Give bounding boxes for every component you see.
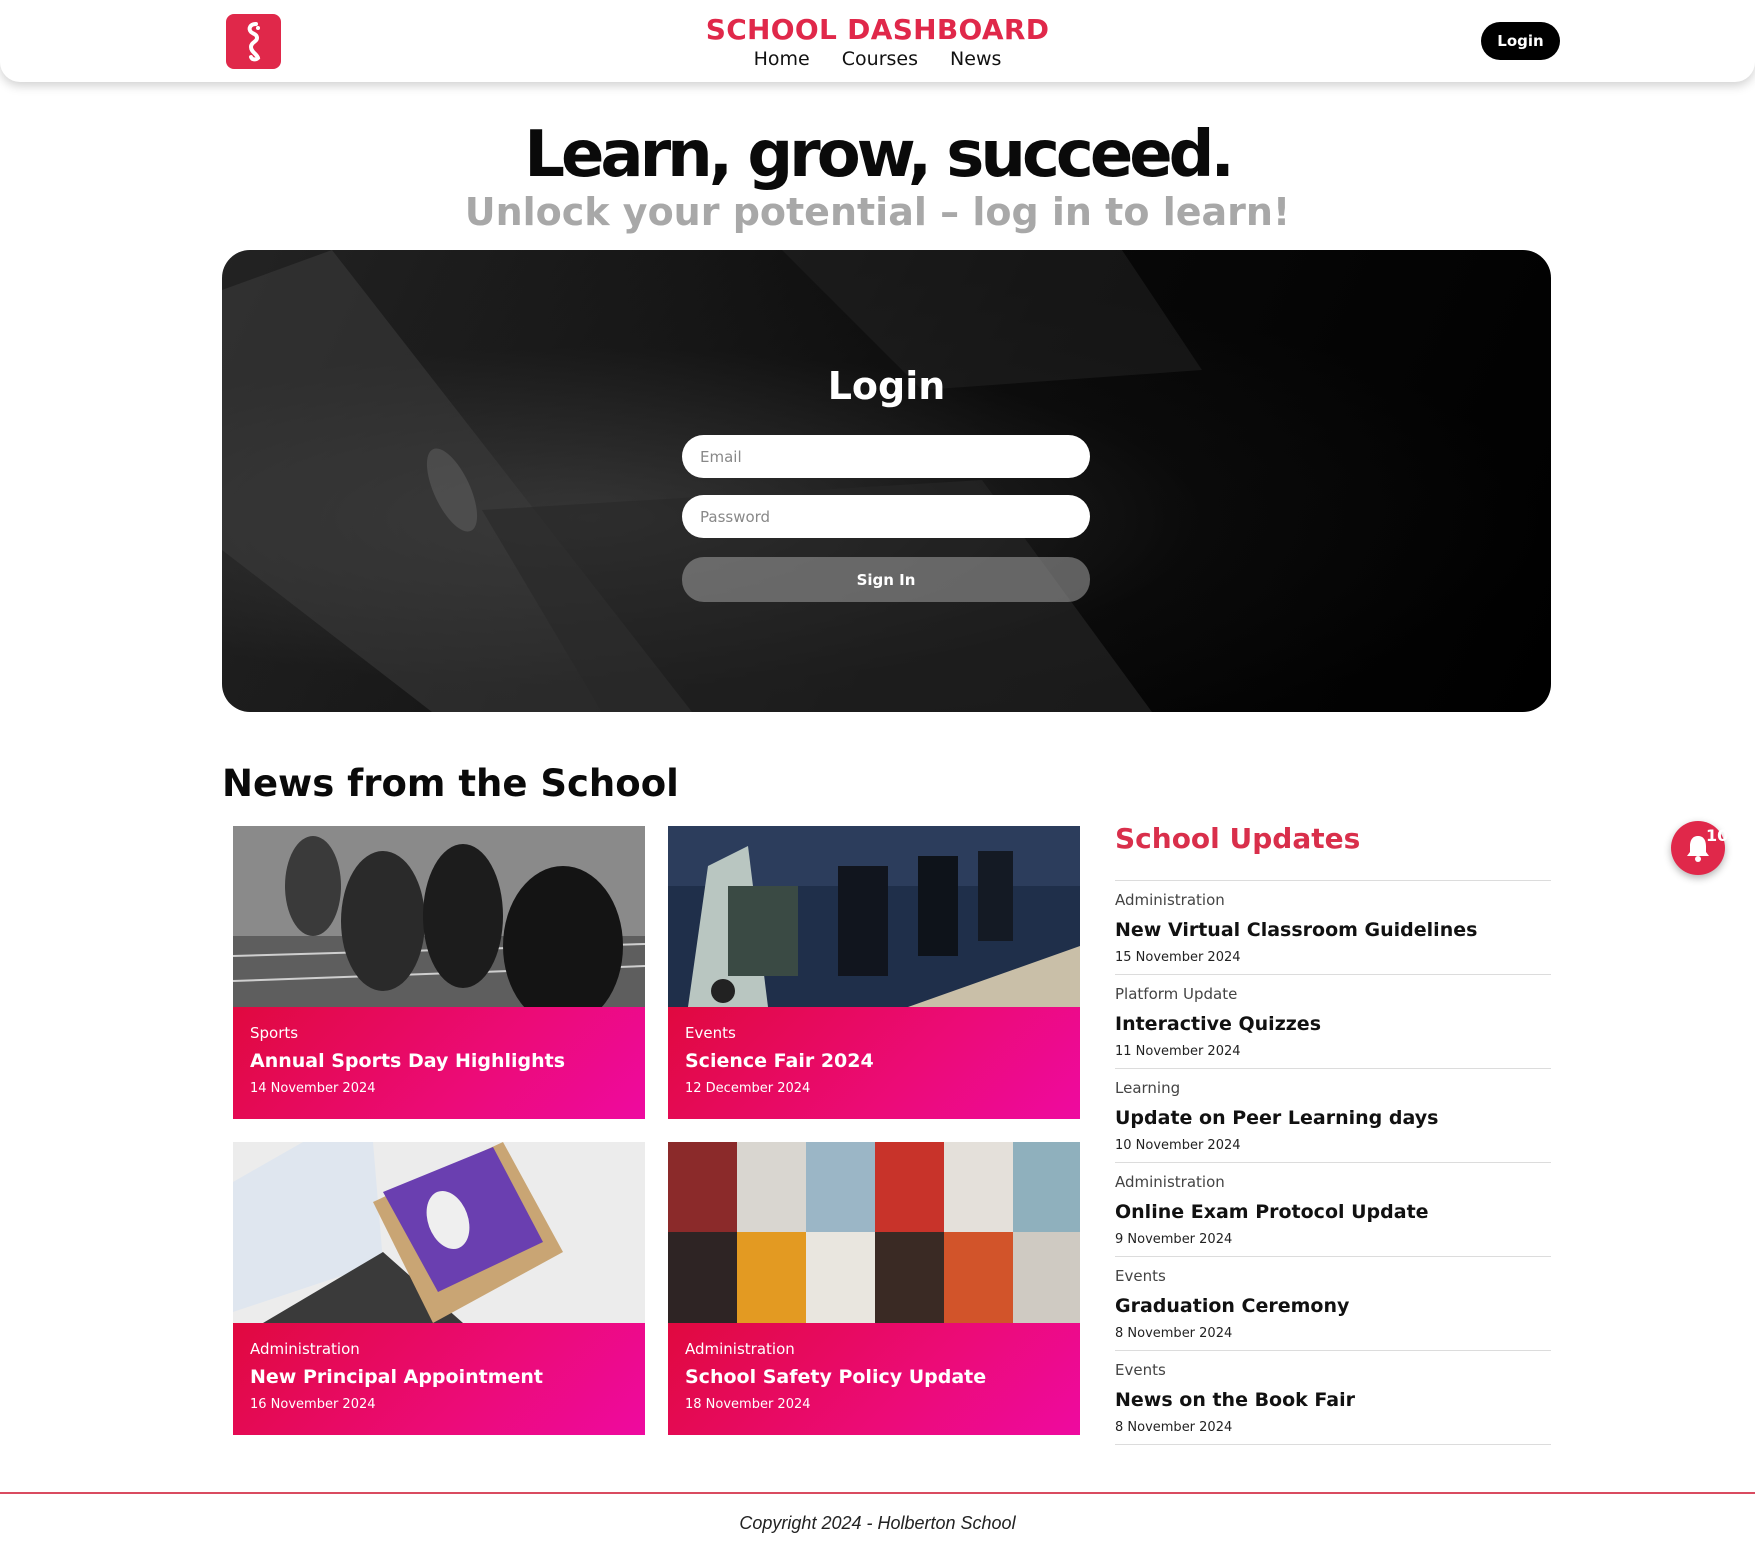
news-card-title[interactable]: Annual Sports Day Highlights <box>250 1050 628 1072</box>
laptop-desk-image <box>233 1142 645 1323</box>
lockers-image <box>668 1142 1080 1323</box>
microscope-image <box>668 826 1080 1007</box>
news-card-category: Administration <box>685 1340 795 1358</box>
update-date: 11 November 2024 <box>1115 1044 1241 1059</box>
news-card[interactable]: Administration New Principal Appointment… <box>233 1142 645 1435</box>
footer-copyright: Copyright 2024 - Holberton School <box>739 1513 1016 1533</box>
update-date: 9 November 2024 <box>1115 1232 1233 1247</box>
news-card-date: 16 November 2024 <box>250 1397 376 1412</box>
list-item[interactable]: Administration Online Exam Protocol Upda… <box>1115 1163 1551 1257</box>
update-category: Learning <box>1115 1079 1181 1097</box>
news-card-caption: Administration New Principal Appointment… <box>233 1323 645 1435</box>
list-item[interactable]: Events Graduation Ceremony 8 November 20… <box>1115 1257 1551 1351</box>
update-date: 8 November 2024 <box>1115 1326 1233 1341</box>
news-card[interactable]: Sports Annual Sports Day Highlights 14 N… <box>233 826 645 1119</box>
update-title[interactable]: News on the Book Fair <box>1115 1389 1551 1411</box>
update-category: Events <box>1115 1267 1166 1285</box>
update-date: 15 November 2024 <box>1115 950 1241 965</box>
update-title[interactable]: Interactive Quizzes <box>1115 1013 1551 1035</box>
news-section-title: News from the School <box>222 762 679 805</box>
footer-divider <box>0 1492 1755 1494</box>
list-item[interactable]: Administration New Virtual Classroom Gui… <box>1115 881 1551 975</box>
email-field[interactable] <box>682 435 1090 478</box>
news-card-date: 18 November 2024 <box>685 1397 811 1412</box>
update-date: 10 November 2024 <box>1115 1138 1241 1153</box>
nav-home[interactable]: Home <box>754 48 810 70</box>
login-heading: Login <box>827 364 946 408</box>
news-card-title[interactable]: School Safety Policy Update <box>685 1366 1063 1388</box>
update-title[interactable]: Online Exam Protocol Update <box>1115 1201 1551 1223</box>
header-login-button[interactable]: Login <box>1481 22 1560 60</box>
sign-in-button[interactable]: Sign In <box>682 557 1090 602</box>
sports-image <box>233 826 645 1007</box>
list-item[interactable]: Learning Update on Peer Learning days 10… <box>1115 1069 1551 1163</box>
news-card[interactable]: Administration School Safety Policy Upda… <box>668 1142 1080 1435</box>
update-title[interactable]: Graduation Ceremony <box>1115 1295 1551 1317</box>
update-title[interactable]: Update on Peer Learning days <box>1115 1107 1551 1129</box>
news-card-caption: Administration School Safety Policy Upda… <box>668 1323 1080 1435</box>
news-card[interactable]: Events Science Fair 2024 12 December 202… <box>668 826 1080 1119</box>
nav-courses[interactable]: Courses <box>842 48 918 70</box>
hero-title: Learn, grow, succeed. <box>524 118 1235 192</box>
news-card-date: 14 November 2024 <box>250 1081 376 1096</box>
updates-list: Administration New Virtual Classroom Gui… <box>1115 880 1551 1445</box>
notification-count-badge: 10 <box>1706 826 1729 845</box>
hero-subtitle: Unlock your potential – log in to learn! <box>464 190 1291 234</box>
nav-news[interactable]: News <box>950 48 1001 70</box>
top-header: SCHOOL DASHBOARD Home Courses News Login <box>0 0 1755 82</box>
news-card-caption: Sports Annual Sports Day Highlights 14 N… <box>233 1007 645 1119</box>
list-item[interactable]: Platform Update Interactive Quizzes 11 N… <box>1115 975 1551 1069</box>
update-category: Administration <box>1115 1173 1225 1191</box>
update-category: Events <box>1115 1361 1166 1379</box>
update-category: Platform Update <box>1115 985 1238 1003</box>
update-date: 8 November 2024 <box>1115 1420 1233 1435</box>
news-card-title[interactable]: Science Fair 2024 <box>685 1050 1063 1072</box>
news-card-date: 12 December 2024 <box>685 1081 811 1096</box>
news-card-category: Events <box>685 1024 736 1042</box>
update-category: Administration <box>1115 891 1225 909</box>
news-card-title[interactable]: New Principal Appointment <box>250 1366 628 1388</box>
update-title[interactable]: New Virtual Classroom Guidelines <box>1115 919 1551 941</box>
list-item[interactable]: Events News on the Book Fair 8 November … <box>1115 1351 1551 1445</box>
news-card-category: Sports <box>250 1024 299 1042</box>
news-card-caption: Events Science Fair 2024 12 December 202… <box>668 1007 1080 1119</box>
login-panel: Login Sign In <box>222 250 1551 712</box>
laptop-background-image <box>222 250 1202 712</box>
updates-title: School Updates <box>1115 822 1361 855</box>
news-card-category: Administration <box>250 1340 360 1358</box>
password-field[interactable] <box>682 495 1090 538</box>
